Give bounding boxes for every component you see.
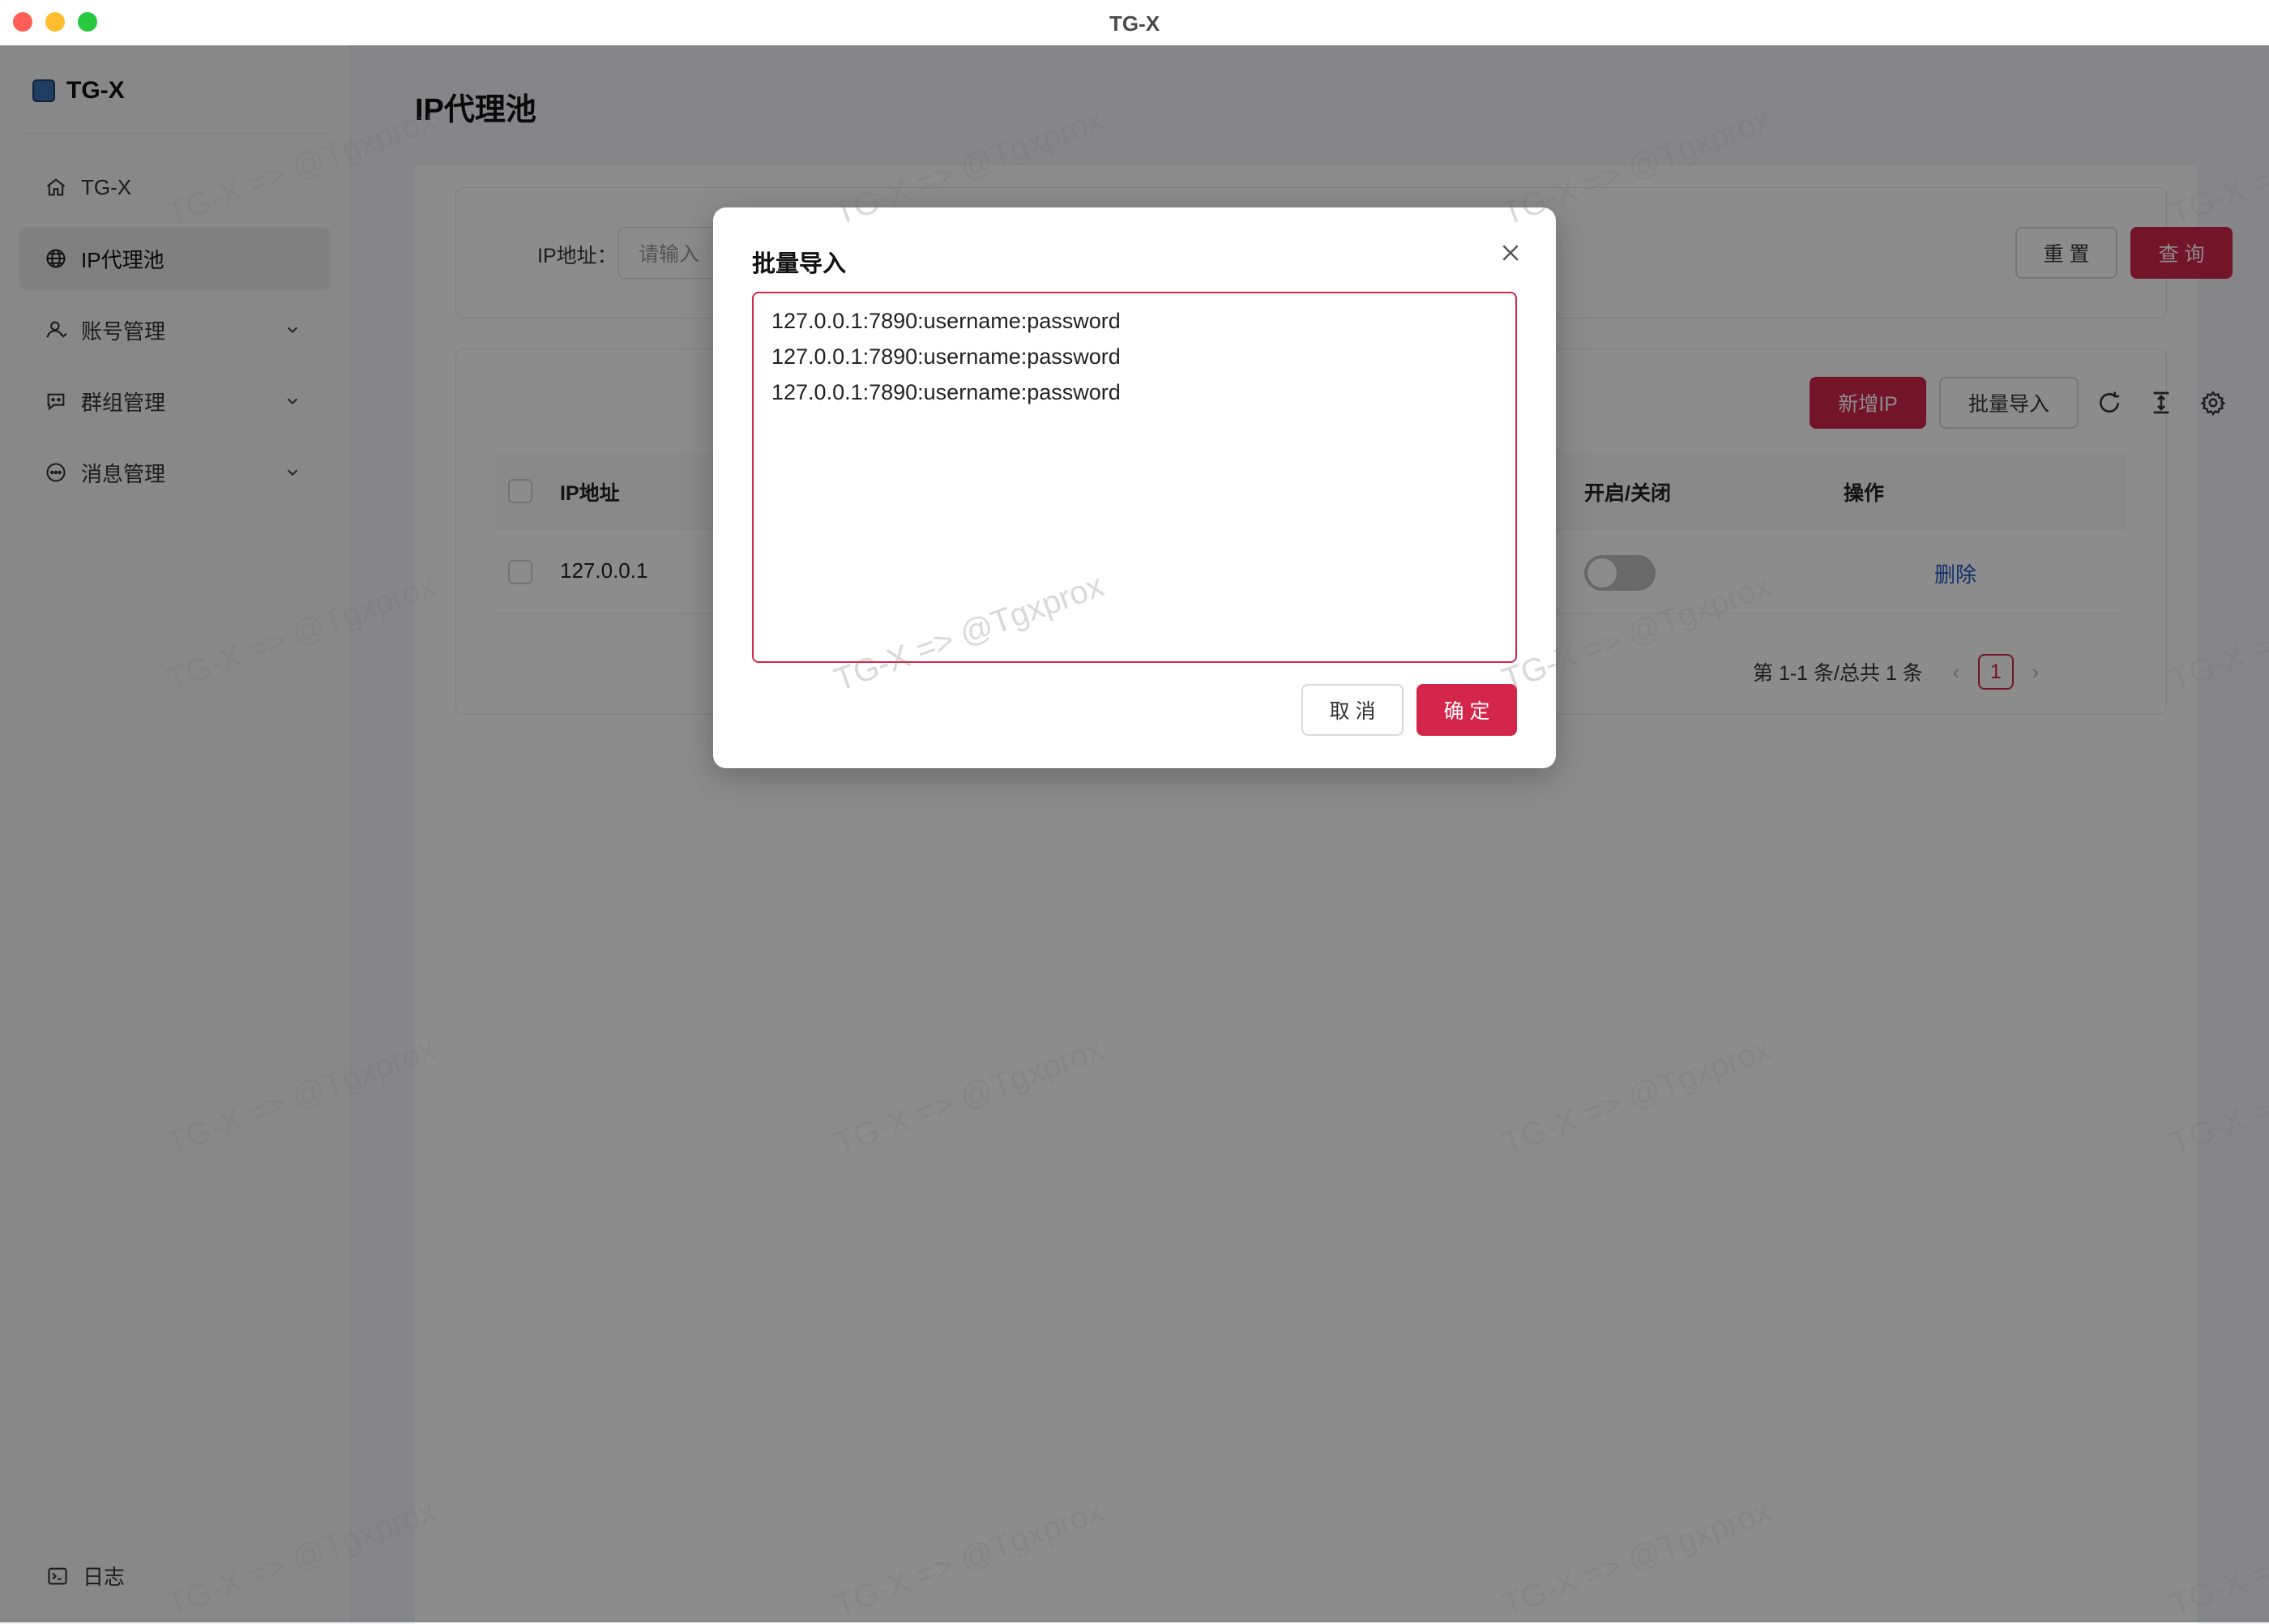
- import-line: 127.0.0.1:7890:username:password: [771, 309, 1121, 333]
- import-textarea[interactable]: 127.0.0.1:7890:username:password 127.0.0…: [752, 292, 1517, 663]
- import-line: 127.0.0.1:7890:username:password: [771, 344, 1121, 369]
- modal-title: 批量导入: [752, 251, 847, 277]
- window-title: TG-X: [1109, 11, 1160, 36]
- cancel-button[interactable]: 取 消: [1301, 684, 1404, 736]
- confirm-button[interactable]: 确 定: [1417, 684, 1517, 736]
- import-line: 127.0.0.1:7890:username:password: [771, 380, 1121, 404]
- batch-import-modal: 批量导入 127.0.0.1:7890:username:password 12…: [713, 207, 1556, 768]
- close-icon[interactable]: [1498, 240, 1523, 266]
- window-titlebar: TG-X: [0, 0, 2269, 46]
